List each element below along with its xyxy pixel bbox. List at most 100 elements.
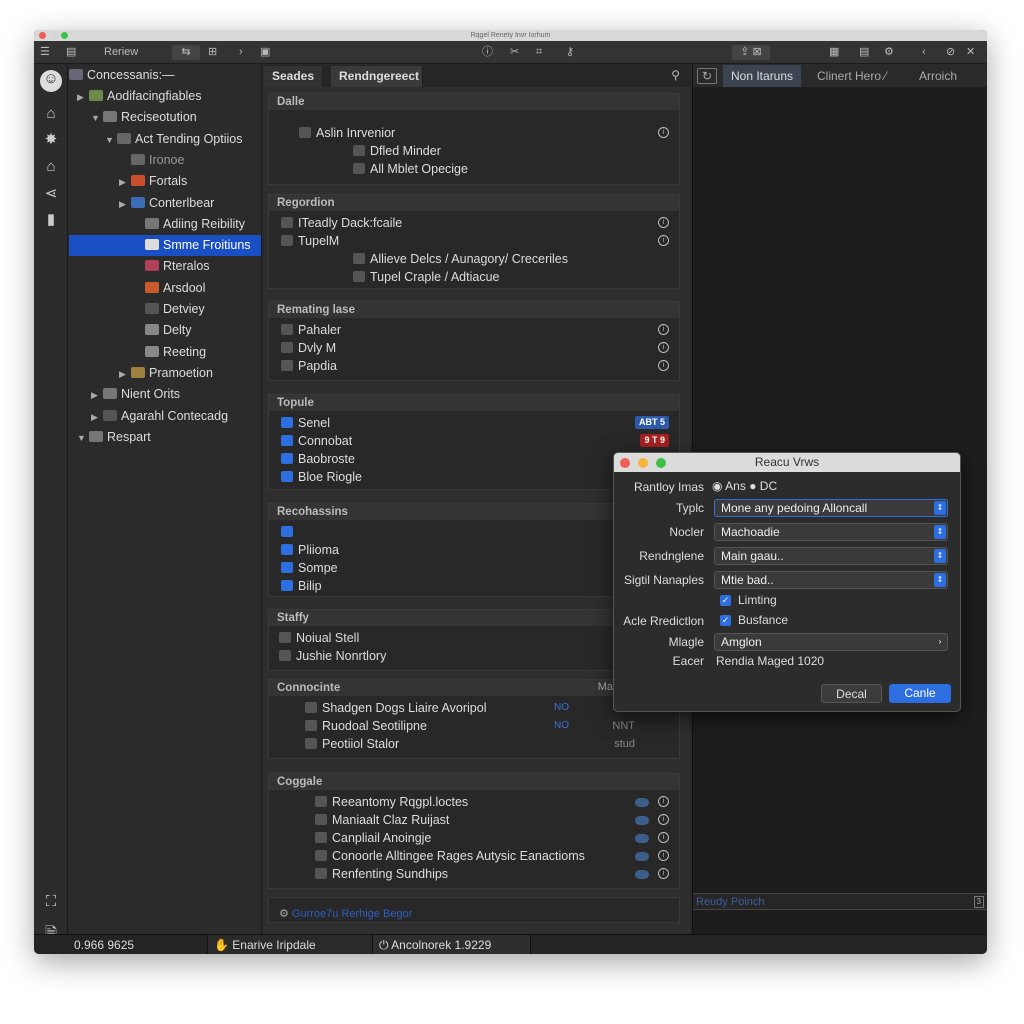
info-icon[interactable]: i <box>658 217 669 228</box>
section-header[interactable]: Regordion <box>269 195 679 211</box>
list-item[interactable]: Reeantomy Rqgpl.loctes i <box>269 793 679 811</box>
disclosure-right-icon[interactable]: ▶ <box>119 194 131 215</box>
info-icon[interactable]: i <box>658 850 669 861</box>
disclosure-right-icon[interactable]: ▶ <box>91 385 103 406</box>
list-item[interactable]: Papdia i <box>269 357 679 375</box>
tree-item[interactable]: Adiing Reibility <box>69 214 261 235</box>
pin-icon[interactable]: ⚲ <box>671 68 680 82</box>
tab-rendngereect[interactable]: Rendngereect <box>331 66 423 87</box>
list-item[interactable]: Aslin Inrvenior i <box>269 124 679 142</box>
tree-item[interactable]: ▼ Respart <box>69 427 261 448</box>
3d-icon[interactable]: ▣ <box>260 45 270 60</box>
info-icon[interactable]: i <box>658 832 669 843</box>
list-item[interactable]: Senel ABT 5 <box>269 414 679 432</box>
package-icon[interactable]: ⌂ <box>42 158 60 176</box>
toggle-pill[interactable] <box>635 834 649 843</box>
device-icon[interactable]: ▮ <box>42 211 60 229</box>
field-select[interactable]: Main gaau.. ⇕ <box>714 547 948 565</box>
disclosure-right-icon[interactable]: ▶ <box>119 172 131 193</box>
info-icon[interactable]: i <box>658 814 669 825</box>
list-item[interactable]: Canpliail Anoingje i <box>269 829 679 847</box>
list-item[interactable]: Connobat 9 T 9 <box>269 432 679 450</box>
disclosure-down-icon[interactable]: ▼ <box>77 428 89 449</box>
tree-item[interactable]: ▶ Pramoetion <box>69 363 261 384</box>
tools-icon[interactable]: ⌗ <box>536 45 542 60</box>
list-item[interactable]: TupelM i <box>269 232 679 250</box>
tab-arroich[interactable]: Arroich <box>911 65 965 87</box>
info-icon[interactable]: i <box>658 127 669 138</box>
tree-item[interactable]: Smme Froitiuns <box>69 235 261 257</box>
list-item[interactable]: Dfled Minder <box>269 142 679 160</box>
dialog-close-button[interactable] <box>620 458 630 468</box>
disclosure-right-icon[interactable]: ▶ <box>119 364 131 385</box>
tree-item[interactable]: ▶ Fortals <box>69 171 261 192</box>
tree-root[interactable]: Concessanis:— <box>69 65 261 86</box>
tree-item[interactable]: ▶ Conterlbear <box>69 193 261 214</box>
field-select[interactable]: Mtie bad.. ⇕ <box>714 571 948 589</box>
disclosure-right-icon[interactable]: ▶ <box>77 87 89 108</box>
review-button[interactable]: Reriew <box>104 45 138 60</box>
toggle-pill[interactable] <box>635 870 649 879</box>
radio-ans[interactable]: ◉ <box>712 479 725 493</box>
refresh-icon[interactable]: ↻ <box>697 68 717 84</box>
dialog-minimize-button[interactable] <box>638 458 648 468</box>
tree-item[interactable]: Reeting <box>69 342 261 363</box>
info-icon[interactable]: ⓘ <box>482 45 493 60</box>
disclosure-down-icon[interactable]: ▼ <box>91 108 103 129</box>
tab-seades[interactable]: Seades <box>264 66 324 87</box>
tree-item[interactable]: Delty <box>69 320 261 341</box>
panel-icon[interactable]: ▤ <box>66 45 76 60</box>
list-item[interactable]: Maniaalt Claz Ruijast i <box>269 811 679 829</box>
tree-item[interactable]: ▶ Nient Orits <box>69 384 261 405</box>
list-item[interactable]: Conoorle Alltingee Rages Autysic Eanacti… <box>269 847 679 865</box>
list-item[interactable]: Dvly M i <box>269 339 679 357</box>
magle-select[interactable]: Amglon › <box>714 633 948 651</box>
info-icon[interactable]: i <box>658 868 669 879</box>
list-item[interactable]: Ruodoal Seotilipne NO NNT <box>269 717 679 735</box>
history-icon[interactable]: ⇆ <box>172 45 200 60</box>
disclosure-right-icon[interactable]: ▶ <box>91 407 103 428</box>
info-icon[interactable]: i <box>658 796 669 807</box>
cut-icon[interactable]: ✂ <box>510 45 519 60</box>
info-icon[interactable]: i <box>658 342 669 353</box>
section-header[interactable]: Coggale <box>269 774 679 790</box>
tab-clinert-hero[interactable]: Clinert Hero ⁄ <box>809 65 894 87</box>
field-select[interactable]: Machoadie ⇕ <box>714 523 948 541</box>
list-item[interactable]: Allieve Delcs / Aunagory/ Creceriles <box>269 250 679 268</box>
toggle-pill[interactable] <box>635 798 649 807</box>
info-icon[interactable]: i <box>658 324 669 335</box>
document-icon[interactable]: ▤ <box>859 45 869 60</box>
list-item[interactable]: Peotiiol Stalor stud <box>269 735 679 753</box>
footer-link[interactable]: Gurroe7u Rerhige Begor <box>292 908 412 920</box>
tree-item[interactable]: ▼ Reciseotution <box>69 107 261 128</box>
settings-icon[interactable]: ⚙ <box>884 45 894 60</box>
section-header[interactable]: Topule <box>269 395 679 411</box>
dialog-zoom-button[interactable] <box>656 458 666 468</box>
limiting-checkbox[interactable]: ✓ <box>720 595 731 606</box>
home-icon[interactable]: ⌂ <box>42 105 60 123</box>
toggle-pill[interactable] <box>635 816 649 825</box>
share-nodes-icon[interactable]: ⋖ <box>42 185 60 203</box>
share-icon[interactable]: ⇪ ⊠ <box>732 45 770 60</box>
field-select[interactable]: Mone any pedoing Alloncall ⇕ <box>714 499 948 517</box>
tree-item[interactable]: ▶ Aodifacingfiables <box>69 86 261 107</box>
list-item[interactable]: Pahaler i <box>269 321 679 339</box>
list-item[interactable]: Tupel Craple / Adtiacue <box>269 268 679 286</box>
tree-item[interactable]: Detviey <box>69 299 261 320</box>
gear-icon[interactable]: ✸ <box>42 131 60 149</box>
back-icon[interactable]: ‹ <box>922 45 926 60</box>
section-header[interactable]: Remating lase <box>269 302 679 318</box>
info-icon[interactable]: i <box>658 360 669 371</box>
grid-icon[interactable]: ▦ <box>829 45 839 60</box>
tree-item[interactable]: Arsdool <box>69 278 261 299</box>
minimize-window-button[interactable] <box>50 32 57 39</box>
tree-item[interactable]: ▼ Act Tending Optiios <box>69 129 261 150</box>
tree-item[interactable]: ▶ Agarahl Contecadg <box>69 406 261 427</box>
disclosure-down-icon[interactable]: ▼ <box>105 130 117 151</box>
avatar[interactable]: ☺ <box>40 70 62 92</box>
radio-dc[interactable]: ● <box>749 479 760 493</box>
section-header[interactable]: Dalle <box>269 94 679 110</box>
list-item[interactable]: All Mblet Opecige <box>269 160 679 178</box>
close-icon[interactable]: ✕ <box>966 45 975 60</box>
tab-non-itaruns[interactable]: Non Itaruns <box>723 65 802 87</box>
